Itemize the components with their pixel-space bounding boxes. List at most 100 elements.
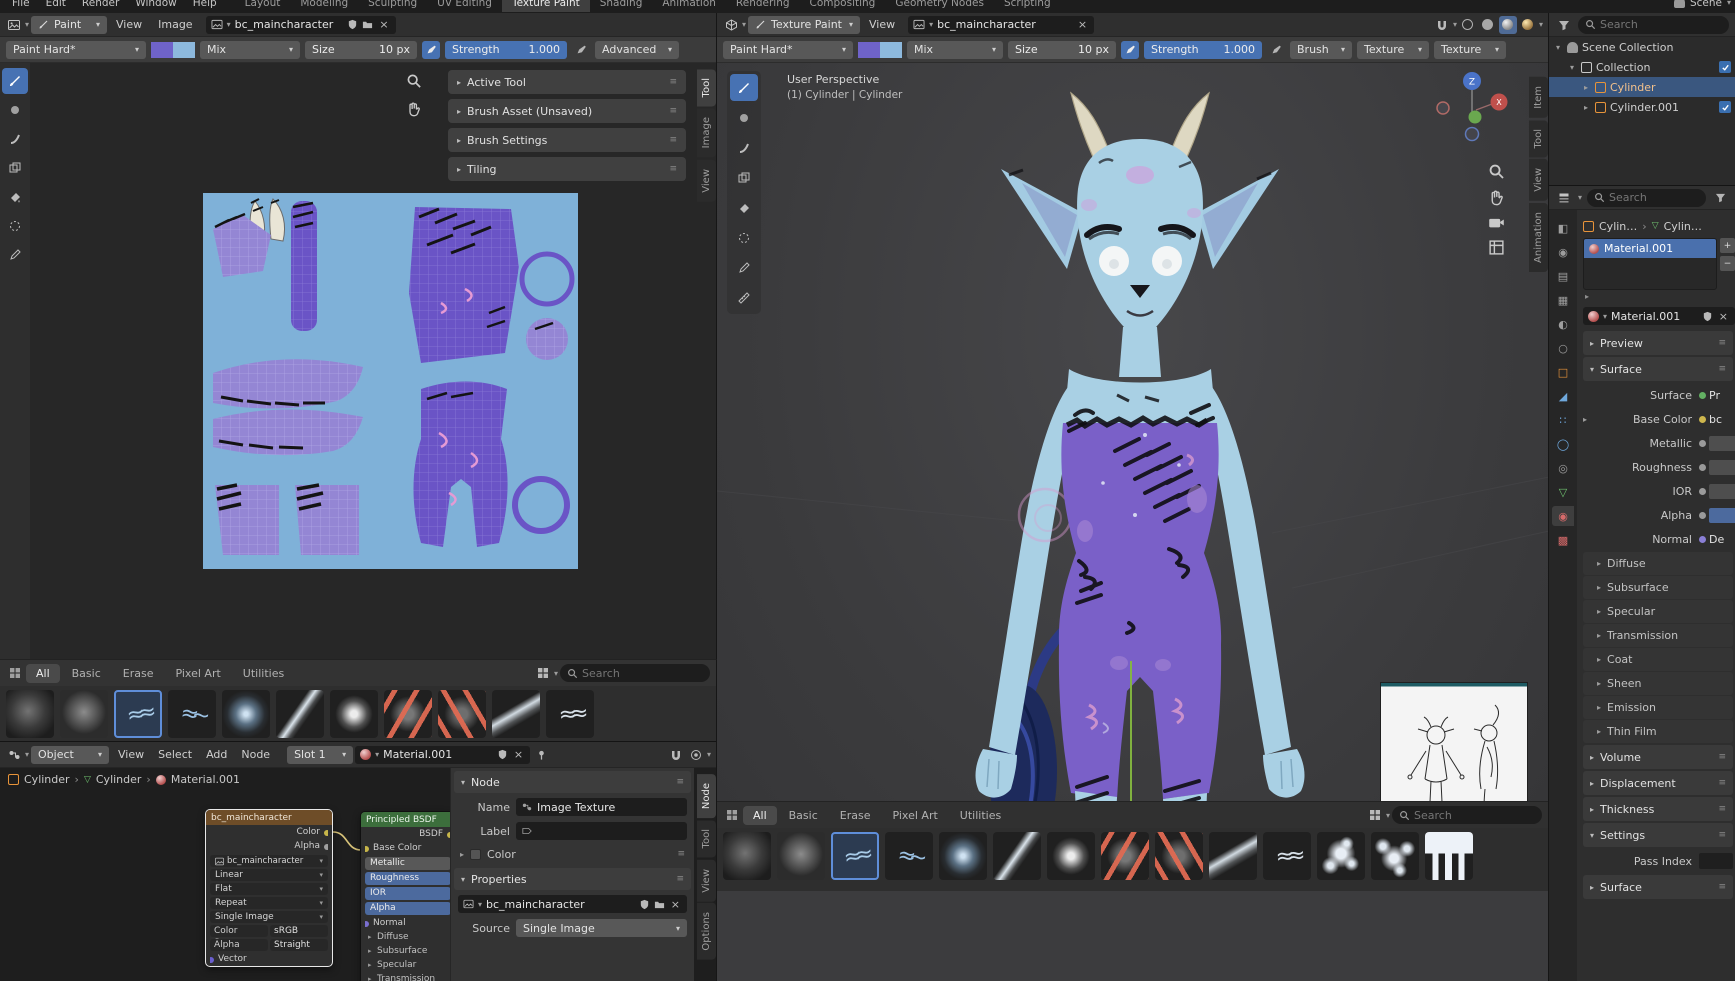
- panel-header[interactable]: Thickness: [1583, 797, 1733, 821]
- filter-icon[interactable]: [1555, 16, 1573, 34]
- display-mode-icon[interactable]: [1366, 806, 1384, 824]
- overlays-icon[interactable]: [687, 746, 705, 764]
- tab-texture[interactable]: ▩: [1552, 530, 1574, 550]
- outliner-row-cylinder-001[interactable]: ▸ Cylinder.001: [1549, 97, 1735, 117]
- brush-thumbnail[interactable]: [384, 690, 432, 738]
- tab-tool[interactable]: ◧: [1552, 218, 1574, 238]
- properties-search-input[interactable]: [1609, 191, 1699, 204]
- color-swatches[interactable]: [858, 41, 902, 58]
- shelf-tab[interactable]: Erase: [113, 664, 164, 683]
- primary-color-swatch[interactable]: [858, 41, 880, 58]
- brush-thumbnail[interactable]: [1155, 832, 1203, 880]
- sidebar-tab[interactable]: Image: [697, 108, 716, 158]
- shelf-tab[interactable]: Utilities: [233, 664, 294, 683]
- snap-magnet-icon[interactable]: [667, 746, 685, 764]
- node-source-dropdown[interactable]: Single Image: [210, 911, 328, 923]
- slot-list-expand[interactable]: ▸: [1583, 290, 1735, 303]
- editor-type-node-icon[interactable]: [5, 746, 23, 764]
- blend-mode-dropdown[interactable]: Mix: [907, 40, 1003, 59]
- tab-render[interactable]: ◉: [1552, 242, 1574, 262]
- secondary-color-swatch[interactable]: [880, 41, 902, 58]
- shelf-tab[interactable]: All: [26, 663, 60, 683]
- bsdf-input-row[interactable]: Transmission: [365, 973, 451, 981]
- menu-image[interactable]: Image: [151, 18, 199, 31]
- tab-object-data[interactable]: ▽: [1552, 482, 1574, 502]
- topbar-menu-item[interactable]: Edit: [38, 0, 74, 9]
- brush-thumbnail[interactable]: [114, 690, 162, 738]
- brush-thumbnail[interactable]: [546, 690, 594, 738]
- image-texture-node[interactable]: bc_maincharacter Color Alpha bc_mainchar…: [205, 809, 333, 967]
- unlink-material-button[interactable]: [1717, 310, 1730, 323]
- properties-search[interactable]: [1587, 188, 1706, 207]
- menu-view[interactable]: View: [862, 18, 902, 31]
- tab-modifiers[interactable]: ◢: [1552, 386, 1574, 406]
- color-subpanel[interactable]: Color: [454, 844, 691, 864]
- tool-draw[interactable]: [2, 68, 28, 94]
- shelf-tab[interactable]: Pixel Art: [165, 664, 230, 683]
- brush-thumbnail[interactable]: [276, 690, 324, 738]
- panel-settings[interactable]: Settings: [1583, 823, 1733, 847]
- shield-icon[interactable]: [639, 899, 650, 910]
- pan-hand-icon[interactable]: [1488, 189, 1505, 206]
- brush-thumbnail[interactable]: [1425, 832, 1473, 880]
- camera-view-icon[interactable]: [1488, 215, 1505, 230]
- panel-header[interactable]: Tiling: [448, 157, 686, 181]
- node-name-field[interactable]: Image Texture: [516, 798, 687, 816]
- outliner-row-scene-collection[interactable]: ▾ Scene Collection: [1549, 37, 1735, 57]
- tool-fill[interactable]: [730, 194, 758, 221]
- workspace-tab[interactable]: Scripting: [994, 0, 1061, 12]
- strength-pressure-toggle[interactable]: [572, 41, 590, 59]
- sidebar-tab[interactable]: View: [697, 159, 716, 202]
- bsdf-input-row[interactable]: Alpha: [365, 902, 451, 915]
- unlink-image-button[interactable]: [377, 18, 390, 31]
- shader-type-dropdown[interactable]: Object: [31, 745, 110, 764]
- gizmo-z-neg[interactable]: [1464, 126, 1480, 142]
- node-interpolation-dropdown[interactable]: Linear: [210, 869, 328, 881]
- panel-header[interactable]: Volume: [1583, 745, 1733, 769]
- topbar-menu-item[interactable]: Window: [127, 0, 184, 9]
- shelf-tab[interactable]: All: [743, 805, 777, 825]
- shader-menu-item[interactable]: Node: [234, 748, 277, 761]
- subpanel-header[interactable]: Diffuse: [1583, 552, 1733, 575]
- shelf-search-input[interactable]: [1414, 808, 1535, 822]
- viewport-canvas[interactable]: User Perspective (1) Cylinder | Cylinder: [717, 63, 1548, 891]
- secondary-color-swatch[interactable]: [173, 41, 195, 58]
- sidebar-tab[interactable]: Options: [697, 903, 716, 960]
- workspace-tab[interactable]: Geometry Nodes: [885, 0, 994, 12]
- node-projection-dropdown[interactable]: Flat: [210, 883, 328, 895]
- node-title[interactable]: bc_maincharacter: [206, 810, 332, 825]
- object-checkbox[interactable]: [1719, 101, 1731, 113]
- expand-icon[interactable]: ▸: [1583, 415, 1593, 424]
- panel-header[interactable]: Displacement: [1583, 771, 1733, 795]
- sidebar-tab[interactable]: View: [1529, 159, 1548, 201]
- editor-type-properties-icon[interactable]: [1555, 189, 1573, 207]
- sidebar-tab[interactable]: Tool: [1529, 119, 1548, 158]
- brush-thumbnail[interactable]: [438, 690, 486, 738]
- shield-icon[interactable]: [347, 19, 358, 30]
- shield-icon[interactable]: [1702, 311, 1713, 322]
- brush-thumbnail[interactable]: [1371, 832, 1419, 880]
- filter-icon[interactable]: [1711, 189, 1729, 207]
- surface-shader-selector[interactable]: Pr: [1699, 389, 1735, 402]
- size-pressure-toggle[interactable]: [1121, 40, 1139, 59]
- source-dropdown[interactable]: Single Image: [516, 919, 687, 937]
- panel-preview[interactable]: Preview: [1583, 331, 1733, 355]
- orthographic-toggle-icon[interactable]: [1488, 239, 1505, 256]
- bsdf-input-row[interactable]: Metallic: [365, 857, 451, 870]
- uv-texture-image[interactable]: [203, 193, 578, 569]
- material-slot[interactable]: Material.001: [1584, 239, 1716, 258]
- outliner-row-collection[interactable]: ▾ Collection: [1549, 57, 1735, 77]
- panel-header[interactable]: Brush Settings: [448, 128, 686, 152]
- shading-solid-icon[interactable]: [1479, 16, 1497, 34]
- principled-bsdf-node[interactable]: Principled BSDF BSDF Base Color Metallic R…: [360, 811, 456, 981]
- strength-slider[interactable]: Strength 1.000: [1144, 40, 1262, 59]
- node-label-field[interactable]: [516, 822, 687, 840]
- tab-material[interactable]: ◉: [1552, 506, 1574, 526]
- tool-draw[interactable]: [730, 74, 758, 101]
- shelf-tab[interactable]: Utilities: [950, 806, 1011, 825]
- pin-icon[interactable]: [532, 746, 550, 764]
- material-slot-dropdown[interactable]: Slot 1: [287, 745, 354, 764]
- sidebar-tab[interactable]: Item: [1529, 77, 1548, 118]
- workspace-tab[interactable]: Layout: [235, 0, 291, 12]
- brush-thumbnail[interactable]: [6, 690, 54, 738]
